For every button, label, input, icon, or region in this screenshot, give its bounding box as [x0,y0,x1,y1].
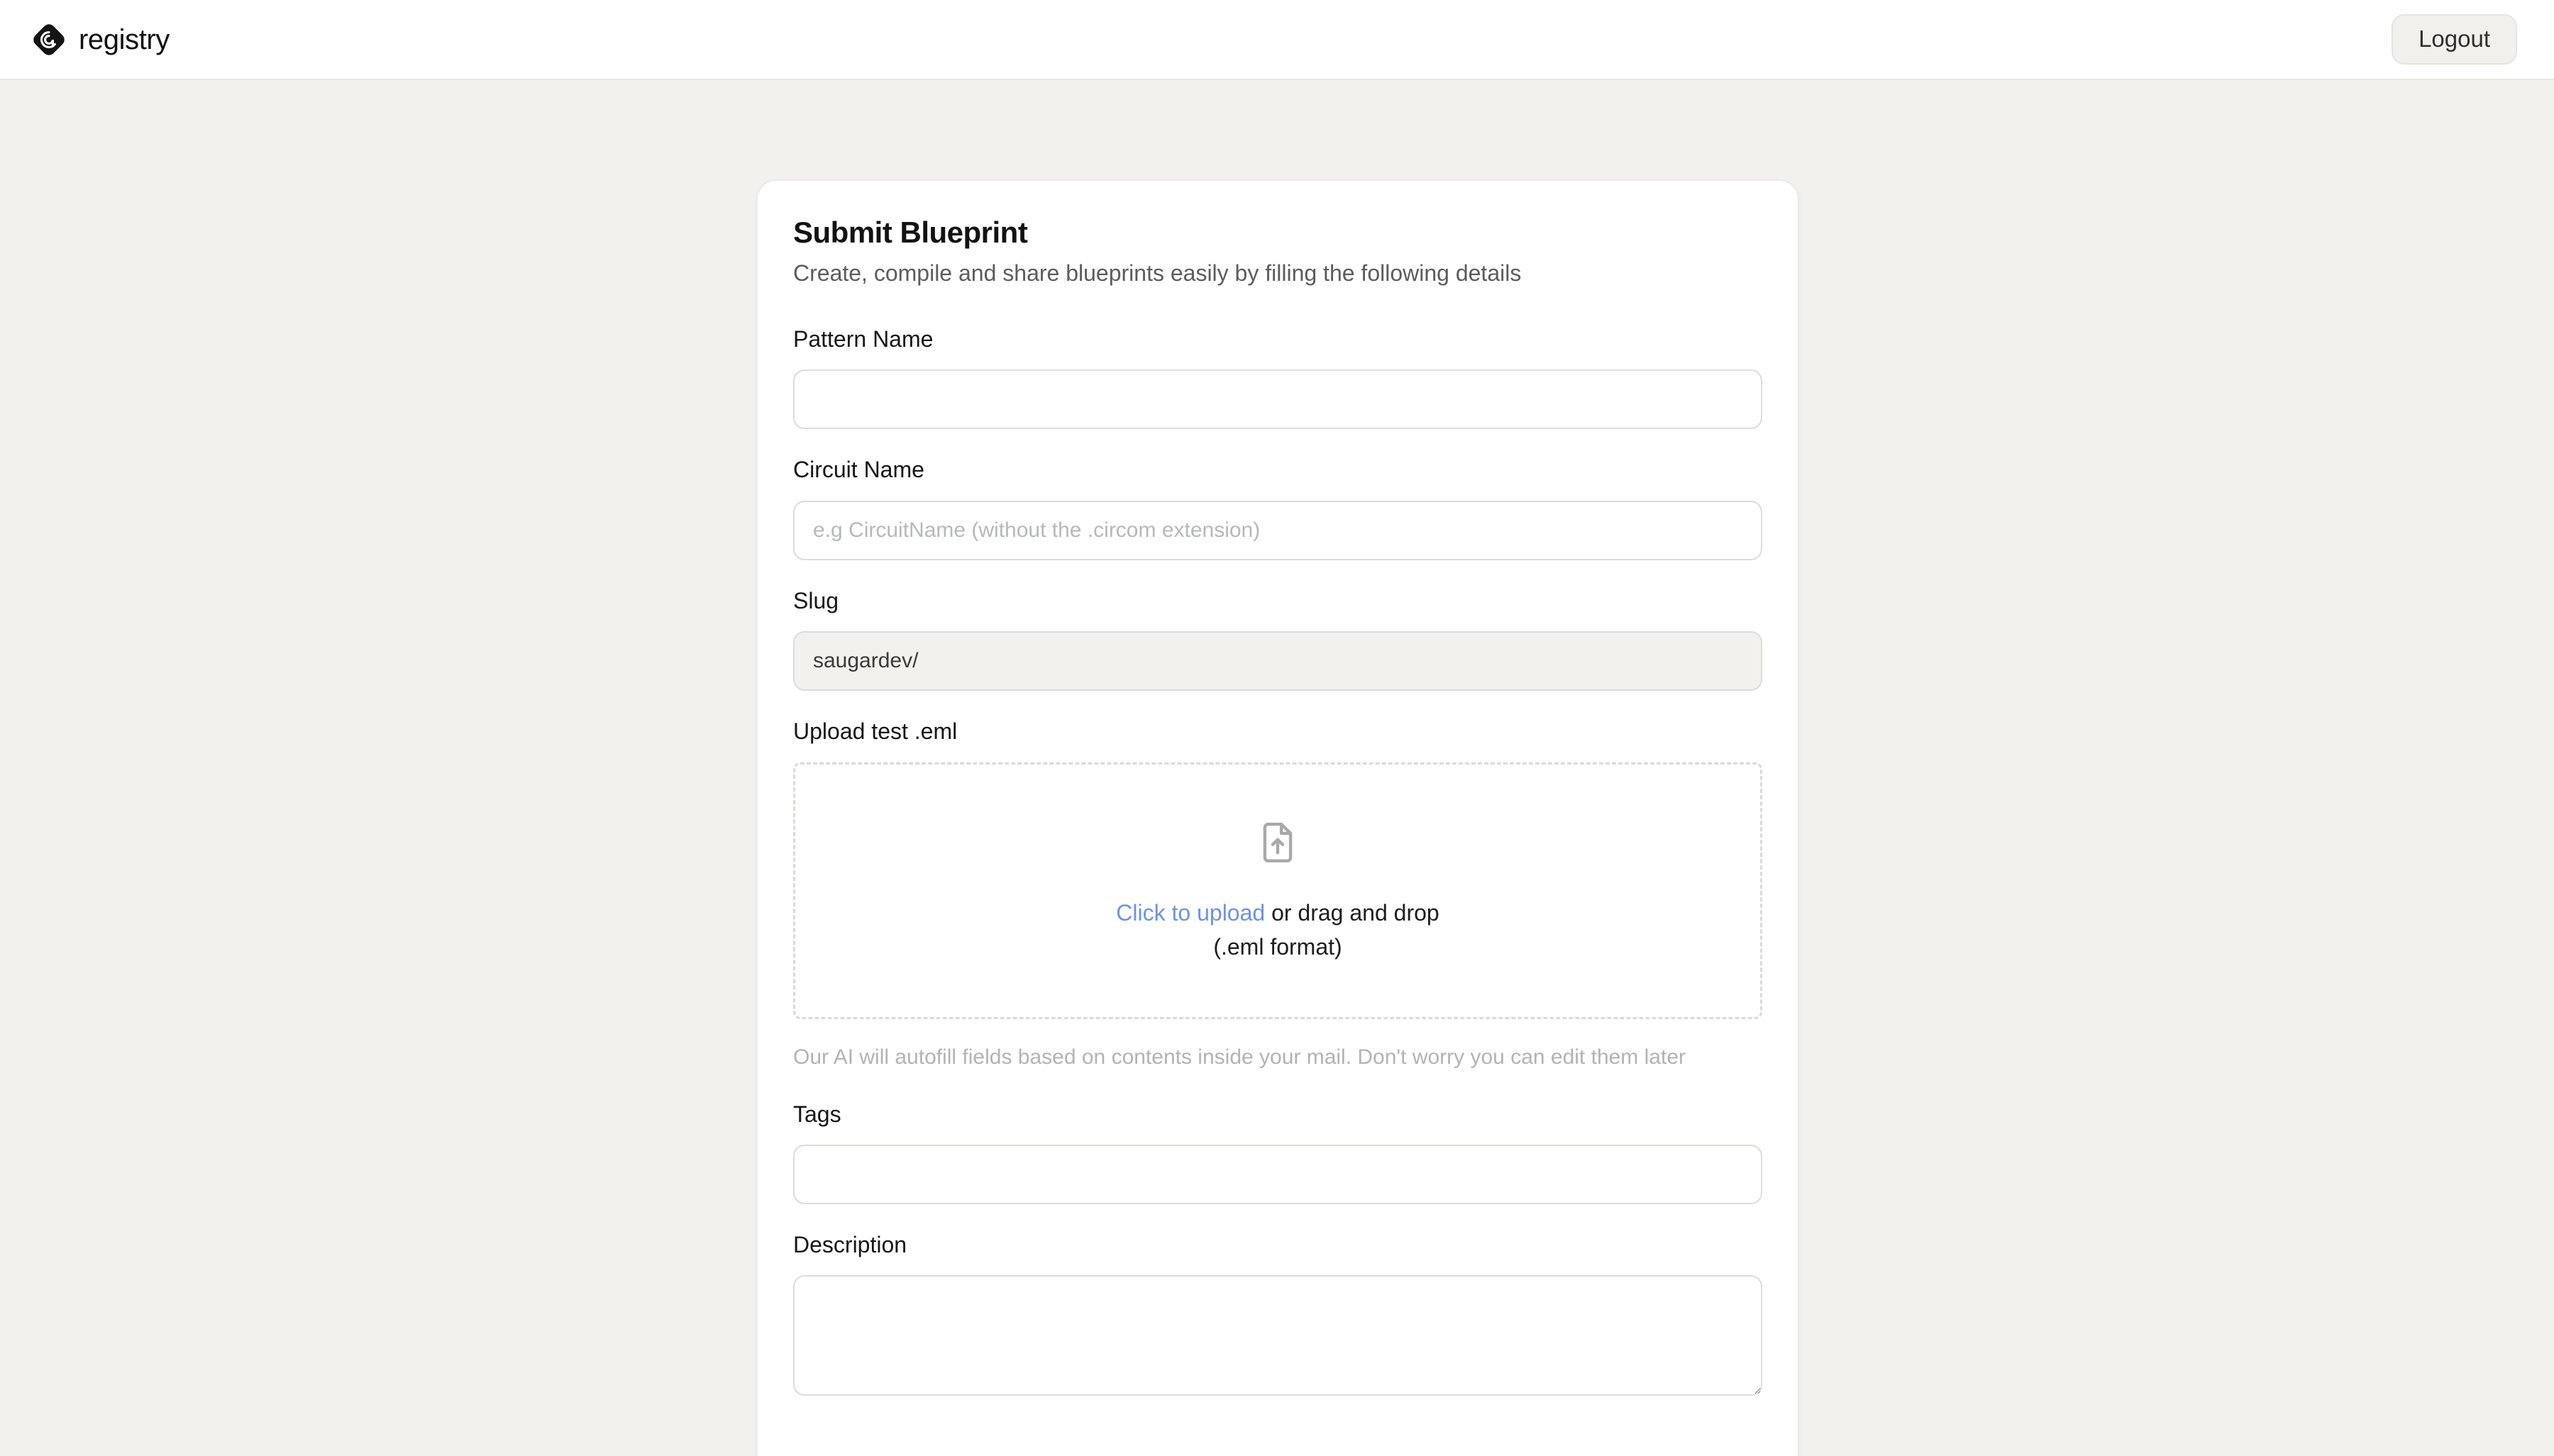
pattern-name-label: Pattern Name [793,326,934,352]
field-pattern-name: Pattern Name [793,326,1762,430]
slug-input[interactable] [793,631,1762,691]
tags-label: Tags [793,1101,841,1127]
page-body: Submit Blueprint Create, compile and sha… [0,80,2554,1456]
field-tags: Tags [793,1101,1762,1204]
upload-label: Upload test .eml [793,718,958,745]
circuit-name-label: Circuit Name [793,457,924,483]
brand-name: registry [79,23,170,55]
circuit-name-input[interactable] [793,500,1762,560]
field-description: Description [793,1231,1762,1396]
description-label: Description [793,1231,907,1257]
drag-and-drop-text: or drag and drop [1265,899,1439,926]
file-upload-icon [1256,821,1300,899]
eml-dropzone[interactable]: Click to upload or drag and drop (.eml f… [793,762,1762,1019]
registry-spiral-logo-icon [31,22,67,57]
app-header: registry Logout [0,0,2554,80]
dropzone-format-text: (.eml format) [1213,933,1342,960]
submit-blueprint-card: Submit Blueprint Create, compile and sha… [756,179,1799,1456]
page-title: Submit Blueprint [793,216,1028,249]
description-textarea[interactable] [793,1275,1762,1396]
tags-input[interactable] [793,1144,1762,1204]
field-slug: Slug [793,587,1762,691]
field-upload-eml: Upload test .eml Click to upload or drag… [793,718,1762,1070]
page-subtitle: Create, compile and share blueprints eas… [793,260,1522,287]
dropzone-primary-text: Click to upload or drag and drop [1116,899,1439,927]
ai-autofill-helper-text: Our AI will autofill fields based on con… [793,1045,1686,1069]
brand[interactable]: registry [31,22,170,57]
slug-label: Slug [793,587,839,613]
pattern-name-input[interactable] [793,369,1762,430]
field-circuit-name: Circuit Name [793,456,1762,560]
click-to-upload-link[interactable]: Click to upload [1116,900,1265,926]
logout-button[interactable]: Logout [2392,14,2517,65]
